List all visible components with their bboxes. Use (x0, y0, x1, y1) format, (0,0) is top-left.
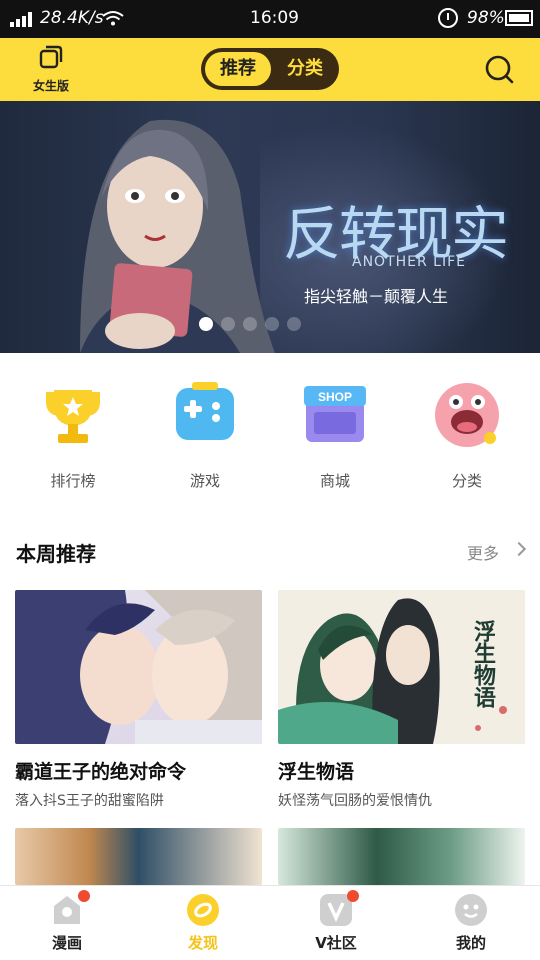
trophy-icon (46, 390, 100, 443)
tab-recommend[interactable]: 推荐 (205, 52, 271, 86)
switch-version-icon (39, 45, 63, 69)
girl-version-label: 女生版 (32, 79, 69, 93)
section-title: 本周推荐 (16, 542, 96, 566)
cover-art-text: 浮生物语 (470, 619, 496, 708)
chevron-right-icon[interactable] (511, 541, 527, 557)
shortcut-shop-label: 商城 (319, 472, 350, 490)
comic-description: 妖怪荡气回肠的爱恨情仇 (278, 793, 432, 809)
tab-community-label: V社区 (315, 934, 357, 952)
carousel-dot[interactable] (287, 317, 301, 331)
manga-home-icon (51, 890, 90, 926)
shortcut-category[interactable]: 分类 (422, 372, 512, 491)
shop-sign-text: SHOP (318, 390, 352, 404)
wifi-icon (102, 11, 124, 26)
shortcut-games[interactable]: 游戏 (160, 372, 250, 491)
carousel-dot[interactable] (243, 317, 257, 331)
carousel-indicator (199, 317, 301, 331)
tab-manga[interactable]: 漫画 (17, 890, 117, 953)
comic-cover: 浮生物语 (278, 590, 525, 744)
shortcut-category-label: 分类 (451, 472, 482, 490)
signal-icon (10, 11, 32, 27)
tab-profile[interactable]: 我的 (421, 894, 521, 953)
comic-cover (278, 828, 525, 885)
clock: 16:09 (250, 8, 299, 28)
banner-slogan: 指尖轻触－颠覆人生 (304, 287, 449, 306)
carousel-dot[interactable] (265, 317, 279, 331)
discover-icon (187, 894, 219, 926)
recommend-category-toggle: 推荐 分类 (201, 48, 339, 90)
carousel-dot[interactable] (199, 317, 213, 331)
banner-subtitle: ANOTHER LIFE (352, 254, 466, 270)
comic-card[interactable]: 霸道王子的绝对命令 落入抖S王子的甜蜜陷阱 (15, 590, 262, 810)
top-header: 女生版 推荐 分类 (0, 38, 540, 101)
bottom-tab-bar: 漫画 发现 V社区 我的 (0, 885, 540, 960)
shortcut-games-label: 游戏 (189, 472, 220, 490)
comic-cover (15, 590, 262, 744)
comic-cover (15, 828, 262, 885)
alarm-icon (438, 8, 458, 28)
notification-badge (347, 890, 359, 902)
shortcut-ranking-label: 排行榜 (50, 472, 96, 490)
community-icon (320, 890, 359, 926)
battery-icon (505, 10, 533, 26)
more-link[interactable]: 更多 (467, 540, 499, 564)
notification-badge (78, 890, 90, 902)
comic-description: 落入抖S王子的甜蜜陷阱 (15, 793, 164, 809)
carousel-dot[interactable] (221, 317, 235, 331)
shortcut-shop[interactable]: SHOP 商城 (290, 372, 380, 491)
girl-version-button[interactable]: 女生版 (26, 44, 76, 94)
comic-card[interactable] (15, 828, 262, 885)
tab-manga-label: 漫画 (51, 934, 82, 952)
category-shortcuts: 排行榜 游戏 SHOP 商城 分类 (0, 372, 540, 492)
category-face-icon (435, 383, 499, 447)
comic-card[interactable] (278, 828, 525, 885)
tab-profile-label: 我的 (455, 934, 486, 952)
tab-discover-label: 发现 (187, 934, 218, 952)
gamepad-icon (176, 382, 234, 440)
comic-title: 霸道王子的绝对命令 (15, 761, 187, 783)
network-speed: 28.4K/s (40, 8, 104, 28)
shortcut-ranking[interactable]: 排行榜 (28, 372, 118, 491)
tab-community[interactable]: V社区 (286, 890, 386, 953)
profile-icon (455, 894, 487, 926)
promo-banner[interactable]: 反转现实 ANOTHER LIFE 指尖轻触－颠覆人生 (0, 101, 540, 353)
banner-character-art (80, 119, 275, 353)
shop-icon: SHOP (304, 386, 366, 442)
search-icon[interactable] (482, 52, 516, 86)
tab-discover[interactable]: 发现 (153, 894, 253, 953)
tab-category[interactable]: 分类 (275, 52, 335, 86)
status-bar: 28.4K/s 16:09 98% (0, 0, 540, 38)
battery-percent: 98% (467, 8, 505, 28)
comic-card[interactable]: 浮生物语 浮生物语 妖怪荡气回肠的爱恨情仇 (278, 590, 525, 810)
comic-title: 浮生物语 (278, 761, 355, 783)
